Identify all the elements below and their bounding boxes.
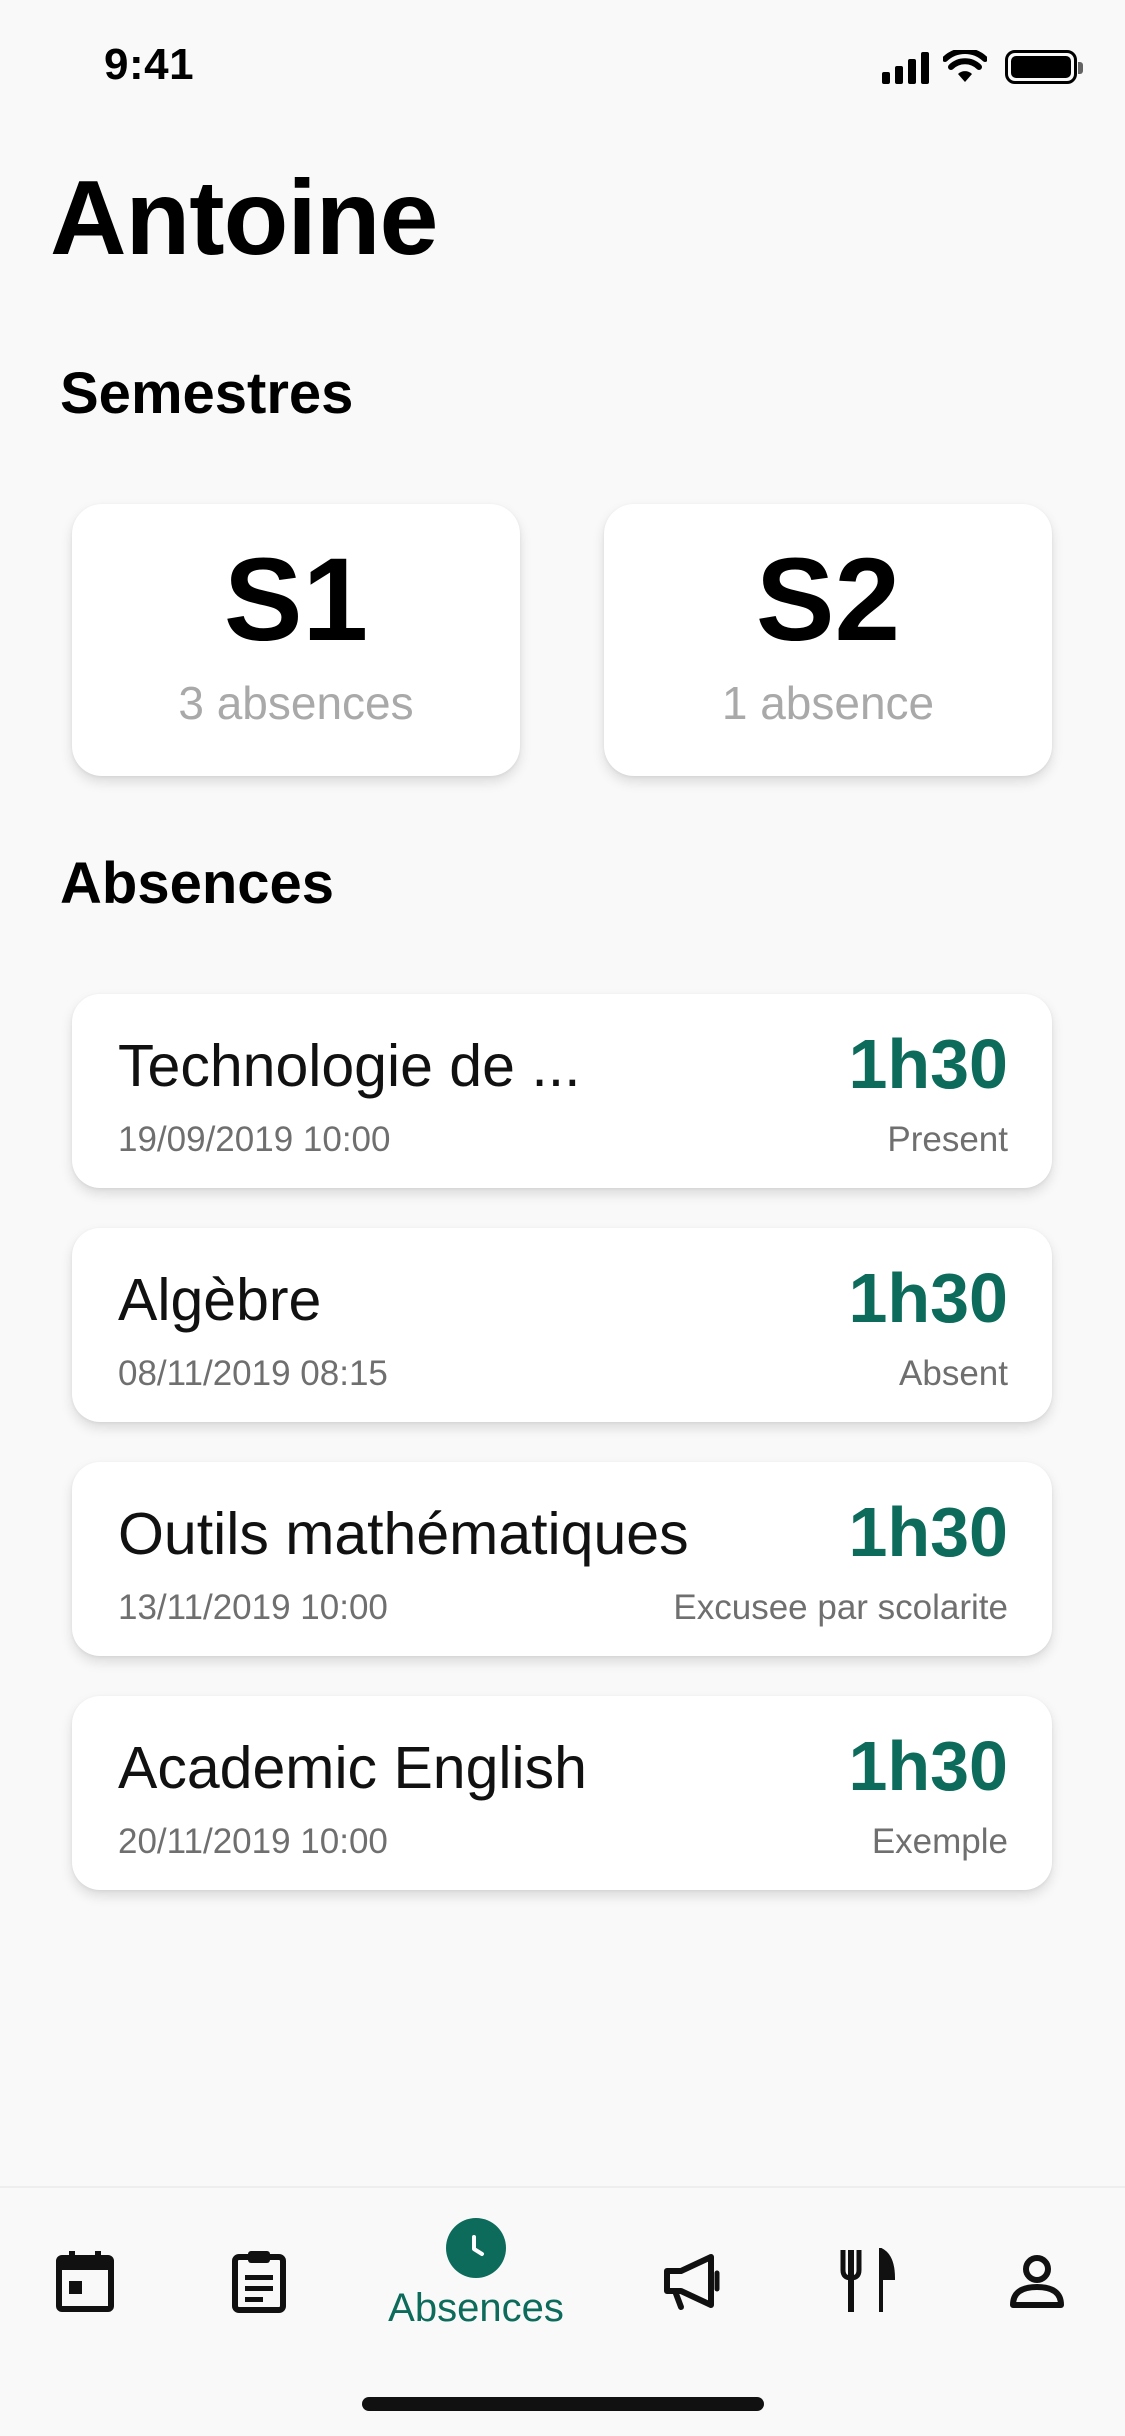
absence-datetime: 19/09/2019 10:00 [118, 1120, 391, 1159]
absence-datetime: 20/11/2019 10:00 [118, 1822, 388, 1861]
semester-card-s2[interactable]: S2 1 absence [604, 504, 1052, 776]
tab-notes[interactable] [214, 2236, 304, 2326]
tab-absences[interactable]: Absences [374, 2218, 578, 2338]
absence-course: Algèbre [118, 1267, 322, 1333]
tab-absences-label: Absences [388, 2286, 564, 2330]
status-bar: 9:41 [0, 0, 1125, 132]
absence-datetime: 08/11/2019 08:15 [118, 1354, 388, 1393]
absence-card[interactable]: Algèbre 08/11/2019 08:15 1h30 Absent [72, 1228, 1052, 1422]
status-icons [882, 50, 1083, 84]
absence-duration: 1h30 [848, 1727, 1008, 1805]
absence-course: Academic English [118, 1735, 587, 1801]
absence-duration: 1h30 [848, 1259, 1008, 1337]
semester-absence-count: 3 absences [178, 677, 414, 729]
semester-absence-count: 1 absence [721, 677, 935, 729]
absence-card[interactable]: Academic English 20/11/2019 10:00 1h30 E… [72, 1696, 1052, 1890]
absences-section-title: Absences [60, 851, 335, 916]
absence-status: Absent [899, 1354, 1008, 1393]
clock-icon [446, 2218, 506, 2278]
absence-datetime: 13/11/2019 10:00 [118, 1588, 388, 1627]
absence-duration: 1h30 [848, 1025, 1008, 1103]
tab-restaurant[interactable] [822, 2236, 912, 2326]
tab-calendar[interactable] [40, 2236, 130, 2326]
tab-announcements[interactable] [648, 2236, 738, 2326]
absence-status: Exemple [871, 1822, 1008, 1861]
absence-status: Present [887, 1120, 1008, 1159]
wifi-icon [943, 50, 987, 82]
home-indicator [362, 2397, 764, 2411]
absence-card[interactable]: Outils mathématiques 13/11/2019 10:00 1h… [72, 1462, 1052, 1656]
semester-name: S2 [755, 534, 901, 666]
absence-course: Outils mathématiques [118, 1501, 689, 1567]
absence-duration: 1h30 [848, 1493, 1008, 1571]
semester-name: S1 [223, 534, 369, 666]
cellular-signal-icon [882, 50, 929, 84]
megaphone-icon [664, 2254, 720, 2310]
tab-profile[interactable] [992, 2236, 1082, 2326]
person-icon [1010, 2255, 1064, 2308]
clipboard-icon [232, 2251, 286, 2313]
page-title: Antoine [50, 159, 438, 277]
absence-status: Excusee par scolarite [673, 1588, 1008, 1627]
battery-icon [1005, 50, 1083, 84]
semesters-section-title: Semestres [60, 361, 354, 426]
calendar-icon [56, 2251, 114, 2312]
absence-course: Technologie de ... [118, 1033, 581, 1099]
status-time: 9:41 [104, 40, 195, 89]
fork-knife-icon [840, 2248, 896, 2312]
absence-card[interactable]: Technologie de ... 19/09/2019 10:00 1h30… [72, 994, 1052, 1188]
semester-card-s1[interactable]: S1 3 absences [72, 504, 520, 776]
